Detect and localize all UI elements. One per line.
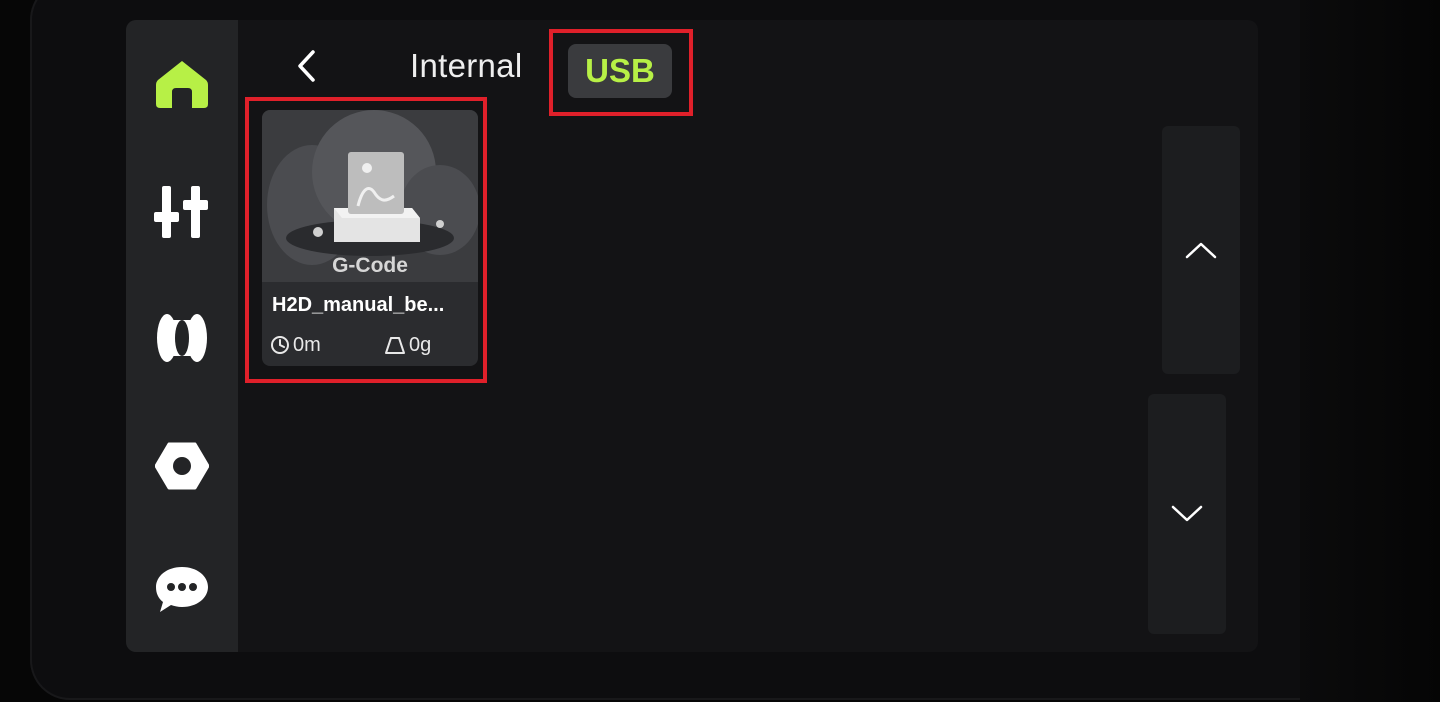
sliders-icon xyxy=(154,186,208,238)
sidebar-item-filament[interactable] xyxy=(148,304,216,372)
sidebar-item-controls[interactable] xyxy=(148,178,216,246)
sidebar-item-messages[interactable] xyxy=(148,556,216,624)
sidebar-item-settings[interactable] xyxy=(148,432,216,500)
device-edge xyxy=(1300,0,1440,702)
highlight-file-card xyxy=(245,97,487,383)
chevron-left-icon xyxy=(298,50,315,82)
highlight-usb-tab xyxy=(549,29,693,116)
chevron-up-icon xyxy=(1185,242,1217,259)
scroll-down-button[interactable] xyxy=(1148,394,1226,634)
scroll-up-button[interactable] xyxy=(1162,126,1240,374)
sidebar-item-home[interactable] xyxy=(148,50,216,118)
sidebar xyxy=(126,20,238,652)
chat-bubble-icon xyxy=(156,567,208,612)
hex-nut-icon xyxy=(155,442,209,490)
back-button[interactable] xyxy=(286,44,326,88)
chevron-down-icon xyxy=(1171,505,1203,522)
home-icon xyxy=(156,61,208,108)
tab-internal[interactable]: Internal xyxy=(396,46,536,86)
filament-spool-icon xyxy=(157,314,207,362)
